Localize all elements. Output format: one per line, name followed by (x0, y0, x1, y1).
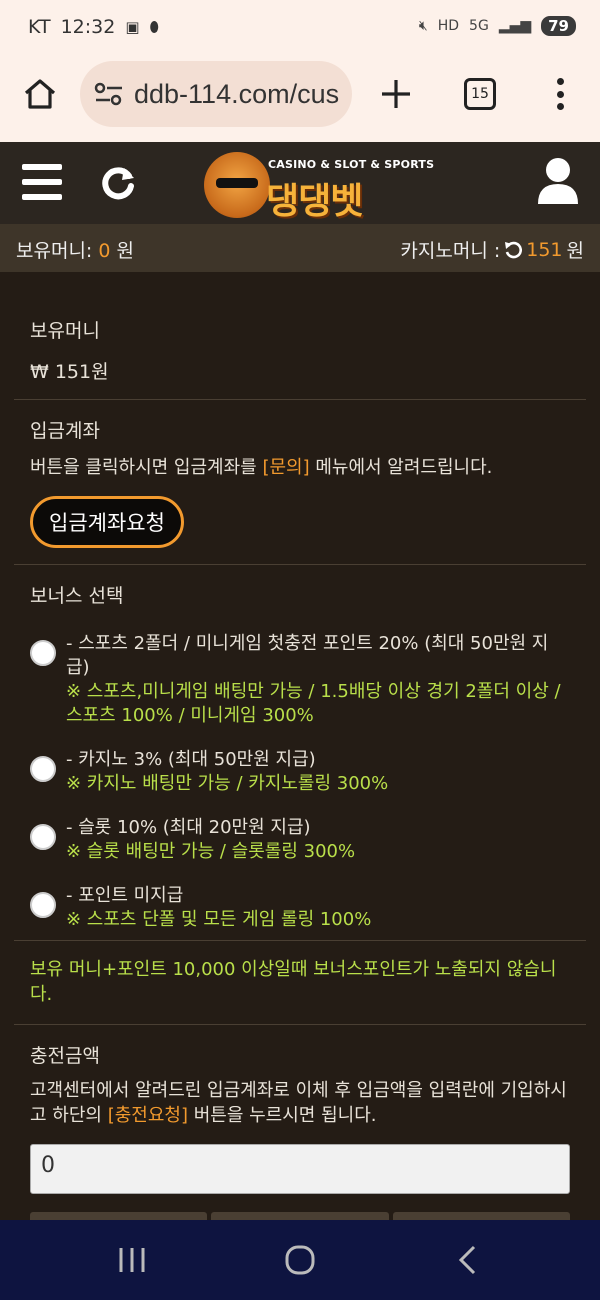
bonus-title: 보너스 선택 (30, 585, 124, 607)
bonus-option-label: - 스포츠 2폴더 / 미니게임 첫충전 포인트 20% (최대 50만원 지급… (66, 633, 549, 678)
casino-money-value: 151 (526, 238, 563, 261)
back-icon[interactable] (448, 1244, 488, 1276)
new-tab-icon[interactable] (378, 76, 414, 112)
logo-tagline: CASINO & SLOT & SPORTS (268, 158, 435, 171)
bonus-option-note: ※ 슬롯 배팅만 가능 / 슬롯롤링 300% (66, 841, 356, 862)
home-nav-icon[interactable] (280, 1244, 320, 1276)
held-money-unit: 원 (110, 240, 135, 262)
quick-amount-button[interactable] (392, 1212, 570, 1220)
radio-button[interactable] (30, 756, 56, 782)
held-money-label: 보유머니: (16, 240, 99, 262)
home-icon[interactable] (20, 74, 60, 114)
radio-button[interactable] (30, 824, 56, 850)
charge-section: 충전금액 고객센터에서 알려드린 입금계좌로 이체 후 입금액을 입력란에 기입… (14, 1025, 586, 1220)
signal-icon: ▂▄▆ (498, 18, 532, 34)
account-title: 입금계좌 (30, 420, 100, 442)
balance-section: 보유머니 ₩ 151원 (14, 272, 586, 400)
casino-money-label: 카지노머니 : (400, 240, 501, 262)
account-description: 버튼을 클릭하시면 입금계좌를 [문의] 메뉴에서 알려드립니다. (30, 457, 493, 478)
address-bar[interactable]: ddb-114.com/cus (80, 61, 352, 127)
bonus-option-note: ※ 스포츠,미니게임 배팅만 가능 / 1.5배당 이상 경기 2폴더 이상 /… (66, 681, 561, 726)
clock: 12:32 (60, 16, 116, 38)
bonus-option-label: - 포인트 미지급 (66, 885, 184, 906)
bonus-option-note: ※ 스포츠 단폴 및 모든 게임 롤링 100% (66, 909, 372, 930)
user-icon[interactable] (538, 156, 578, 206)
system-nav-bar (0, 1220, 600, 1300)
radio-button[interactable] (30, 640, 56, 666)
battery-indicator: 79 (541, 16, 576, 36)
held-money-value: 0 (98, 240, 111, 262)
bonus-notice-section: 보유 머니+포인트 10,000 이상일때 보너스포인트가 노출되지 않습니다. (14, 941, 586, 1025)
amount-quick-buttons (30, 1212, 570, 1220)
bonus-option-slot[interactable]: - 슬롯 10% (최대 20만원 지급) ※ 슬롯 배팅만 가능 / 슬롯롤링… (30, 816, 570, 864)
charge-title: 충전금액 (30, 1045, 100, 1067)
money-bar: 보유머니: 0 원 카지노머니 : 151 원 (0, 224, 600, 272)
bonus-notice: 보유 머니+포인트 10,000 이상일때 보너스포인트가 노출되지 않습니다. (30, 959, 557, 1006)
bonus-option-sports[interactable]: - 스포츠 2폴더 / 미니게임 첫충전 포인트 20% (최대 50만원 지급… (30, 632, 570, 728)
logo-name: 댕댕벳 (266, 181, 363, 222)
radio-button[interactable] (30, 892, 56, 918)
recent-apps-icon[interactable] (112, 1244, 152, 1276)
site-settings-icon[interactable] (94, 82, 124, 106)
balance-value: ₩ 151원 (30, 361, 109, 383)
bonus-option-label: - 카지노 3% (최대 50만원 지급) (66, 749, 316, 770)
url-text: ddb-114.com/cus (134, 78, 340, 109)
balance-title: 보유머니 (30, 320, 100, 342)
5g-icon: 5G (469, 18, 489, 34)
refresh-icon[interactable] (98, 162, 138, 202)
inquiry-link[interactable]: [문의] (262, 457, 309, 478)
browser-menu-icon[interactable] (548, 74, 572, 114)
charge-description: 고객센터에서 알려드린 입금계좌로 이체 후 입금액을 입력란에 기입하시고 하… (30, 1080, 567, 1127)
hd-icon: HD (437, 18, 460, 34)
bonus-option-note: ※ 카지노 배팅만 가능 / 카지노롤링 300% (66, 773, 389, 794)
site-logo[interactable]: CASINO & SLOT & SPORTS 댕댕벳 (204, 150, 434, 222)
casino-refresh-icon[interactable] (504, 241, 523, 259)
link-icon: ⬮ (149, 18, 159, 36)
mute-icon: 🔇︎ (418, 18, 428, 34)
quick-amount-button[interactable] (211, 1212, 389, 1220)
carrier-label: KT (28, 16, 51, 38)
amount-input[interactable]: 0 (30, 1144, 570, 1195)
image-icon: ▣ (125, 18, 140, 36)
bonus-option-casino[interactable]: - 카지노 3% (최대 50만원 지급) ※ 카지노 배팅만 가능 / 카지노… (30, 748, 570, 796)
bonus-option-none[interactable]: - 포인트 미지급 ※ 스포츠 단폴 및 모든 게임 롤링 100% (30, 884, 570, 932)
site-header: CASINO & SLOT & SPORTS 댕댕벳 (0, 142, 600, 224)
bonus-section: 보너스 선택 - 스포츠 2폴더 / 미니게임 첫충전 포인트 20% (최대 … (14, 565, 586, 941)
status-bar: KT 12:32 ▣ ⬮ 🔇︎ HD 5G ▂▄▆ 79 (0, 0, 600, 56)
request-account-button[interactable]: 입금계좌요청 (30, 496, 184, 549)
charge-request-link[interactable]: [충전요청] (108, 1105, 188, 1126)
bonus-option-label: - 슬롯 10% (최대 20만원 지급) (66, 817, 311, 838)
account-section: 입금계좌 버튼을 클릭하시면 입금계좌를 [문의] 메뉴에서 알려드립니다. 입… (14, 400, 586, 565)
tab-switcher-button[interactable]: 15 (464, 78, 496, 110)
deposit-panel: 보유머니 ₩ 151원 입금계좌 버튼을 클릭하시면 입금계좌를 [문의] 메뉴… (14, 272, 586, 1220)
browser-toolbar: ddb-114.com/cus 15 (0, 56, 600, 142)
casino-money-unit: 원 (566, 240, 584, 262)
hamburger-menu-icon[interactable] (22, 164, 62, 200)
quick-amount-button[interactable] (30, 1212, 208, 1220)
